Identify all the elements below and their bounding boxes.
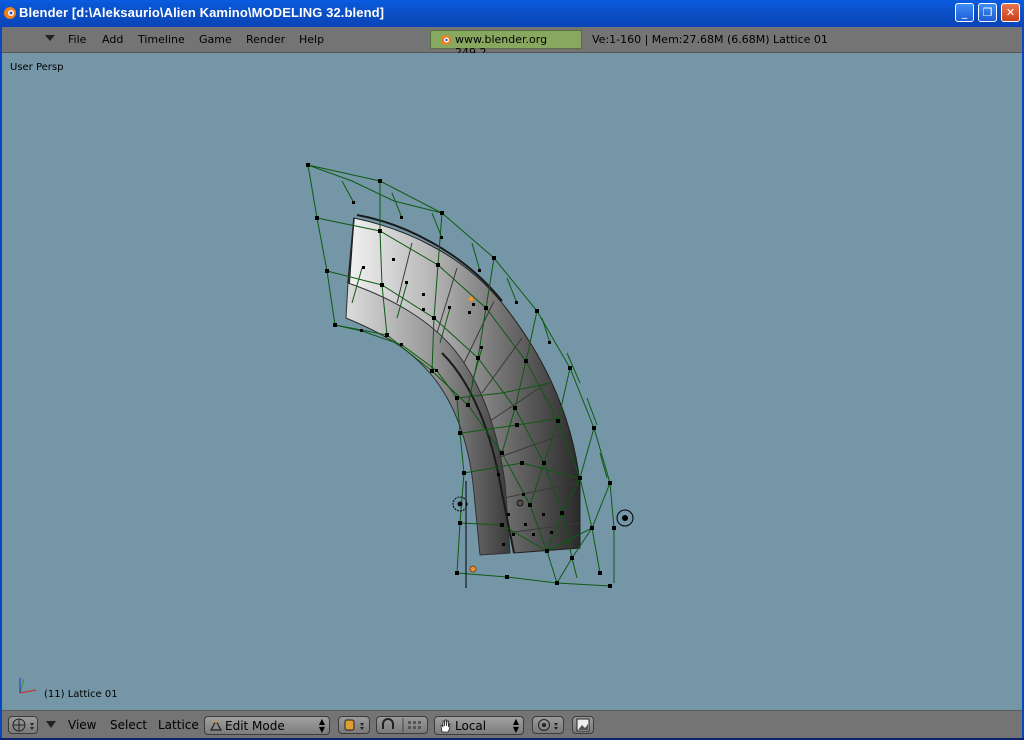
pivot-marker — [516, 499, 524, 507]
mode-dropdown[interactable]: Edit Mode ▲ ▼ — [204, 716, 330, 735]
edit-mode-icon — [210, 720, 222, 731]
header-collapse-icon[interactable] — [46, 721, 56, 729]
maximize-button[interactable]: ❐ — [978, 3, 997, 22]
menu-render[interactable]: Render — [246, 33, 285, 46]
menu-timeline[interactable]: Timeline — [138, 33, 185, 46]
pivot-icon — [538, 719, 558, 731]
minimize-button[interactable]: _ — [955, 3, 974, 22]
shading-icon — [344, 719, 364, 731]
object-origin[interactable] — [469, 565, 477, 573]
dropdown-arrow-icon: ▲ ▼ — [318, 717, 325, 734]
window-frame-left — [0, 27, 2, 740]
menu-view[interactable]: View — [68, 718, 96, 732]
blender-logo-icon — [441, 35, 451, 45]
editor-type-button[interactable] — [8, 716, 38, 734]
menu-select[interactable]: Select — [110, 718, 147, 732]
draw-type-button[interactable] — [338, 716, 370, 734]
blender-url-box[interactable]: www.blender.org 249.2 — [430, 30, 582, 59]
menu-add[interactable]: Add — [102, 33, 123, 46]
snap-proportional-buttons[interactable] — [376, 716, 428, 734]
orientation-label: Local — [455, 719, 487, 733]
mode-label: Edit Mode — [225, 719, 285, 733]
lattice-scene[interactable] — [2, 53, 1022, 710]
orientation-dropdown[interactable]: Local ▲ ▼ — [434, 716, 524, 735]
menu-lattice[interactable]: Lattice — [158, 718, 199, 732]
header-collapse-icon[interactable] — [45, 35, 55, 41]
menu-file[interactable]: File — [68, 33, 86, 46]
close-button[interactable]: ✕ — [1001, 3, 1020, 22]
image-icon — [576, 718, 590, 732]
render-preview-button[interactable] — [572, 716, 594, 734]
window-title: Blender [d:\Aleksaurio\Alien Kamino\MODE… — [19, 5, 385, 20]
hand-icon — [440, 719, 451, 733]
menu-help[interactable]: Help — [299, 33, 324, 46]
axis-gizmo — [19, 678, 37, 694]
magnet-icon — [382, 718, 421, 732]
title-bar: Blender [d:\Aleksaurio\Alien Kamino\MODE… — [0, 0, 1024, 27]
blender-logo-icon — [4, 7, 16, 19]
menu-game[interactable]: Game — [199, 33, 232, 46]
selected-vertex[interactable] — [468, 296, 474, 302]
pivot-dropdown[interactable] — [532, 716, 564, 734]
grid-icon — [12, 718, 34, 732]
3d-view-header: View Select Lattice Edit Mode ▲▼ Local — [2, 710, 1022, 739]
dropdown-arrow-icon: ▲ ▼ — [512, 717, 519, 734]
active-object-label: (11) Lattice 01 — [44, 689, 118, 700]
hook-empty-right[interactable] — [616, 509, 634, 527]
scene-stats: Ve:1-160 | Mem:27.68M (6.68M) Lattice 01 — [592, 33, 828, 46]
3d-viewport[interactable]: User Persp (11) Lattice 01 — [2, 53, 1022, 710]
